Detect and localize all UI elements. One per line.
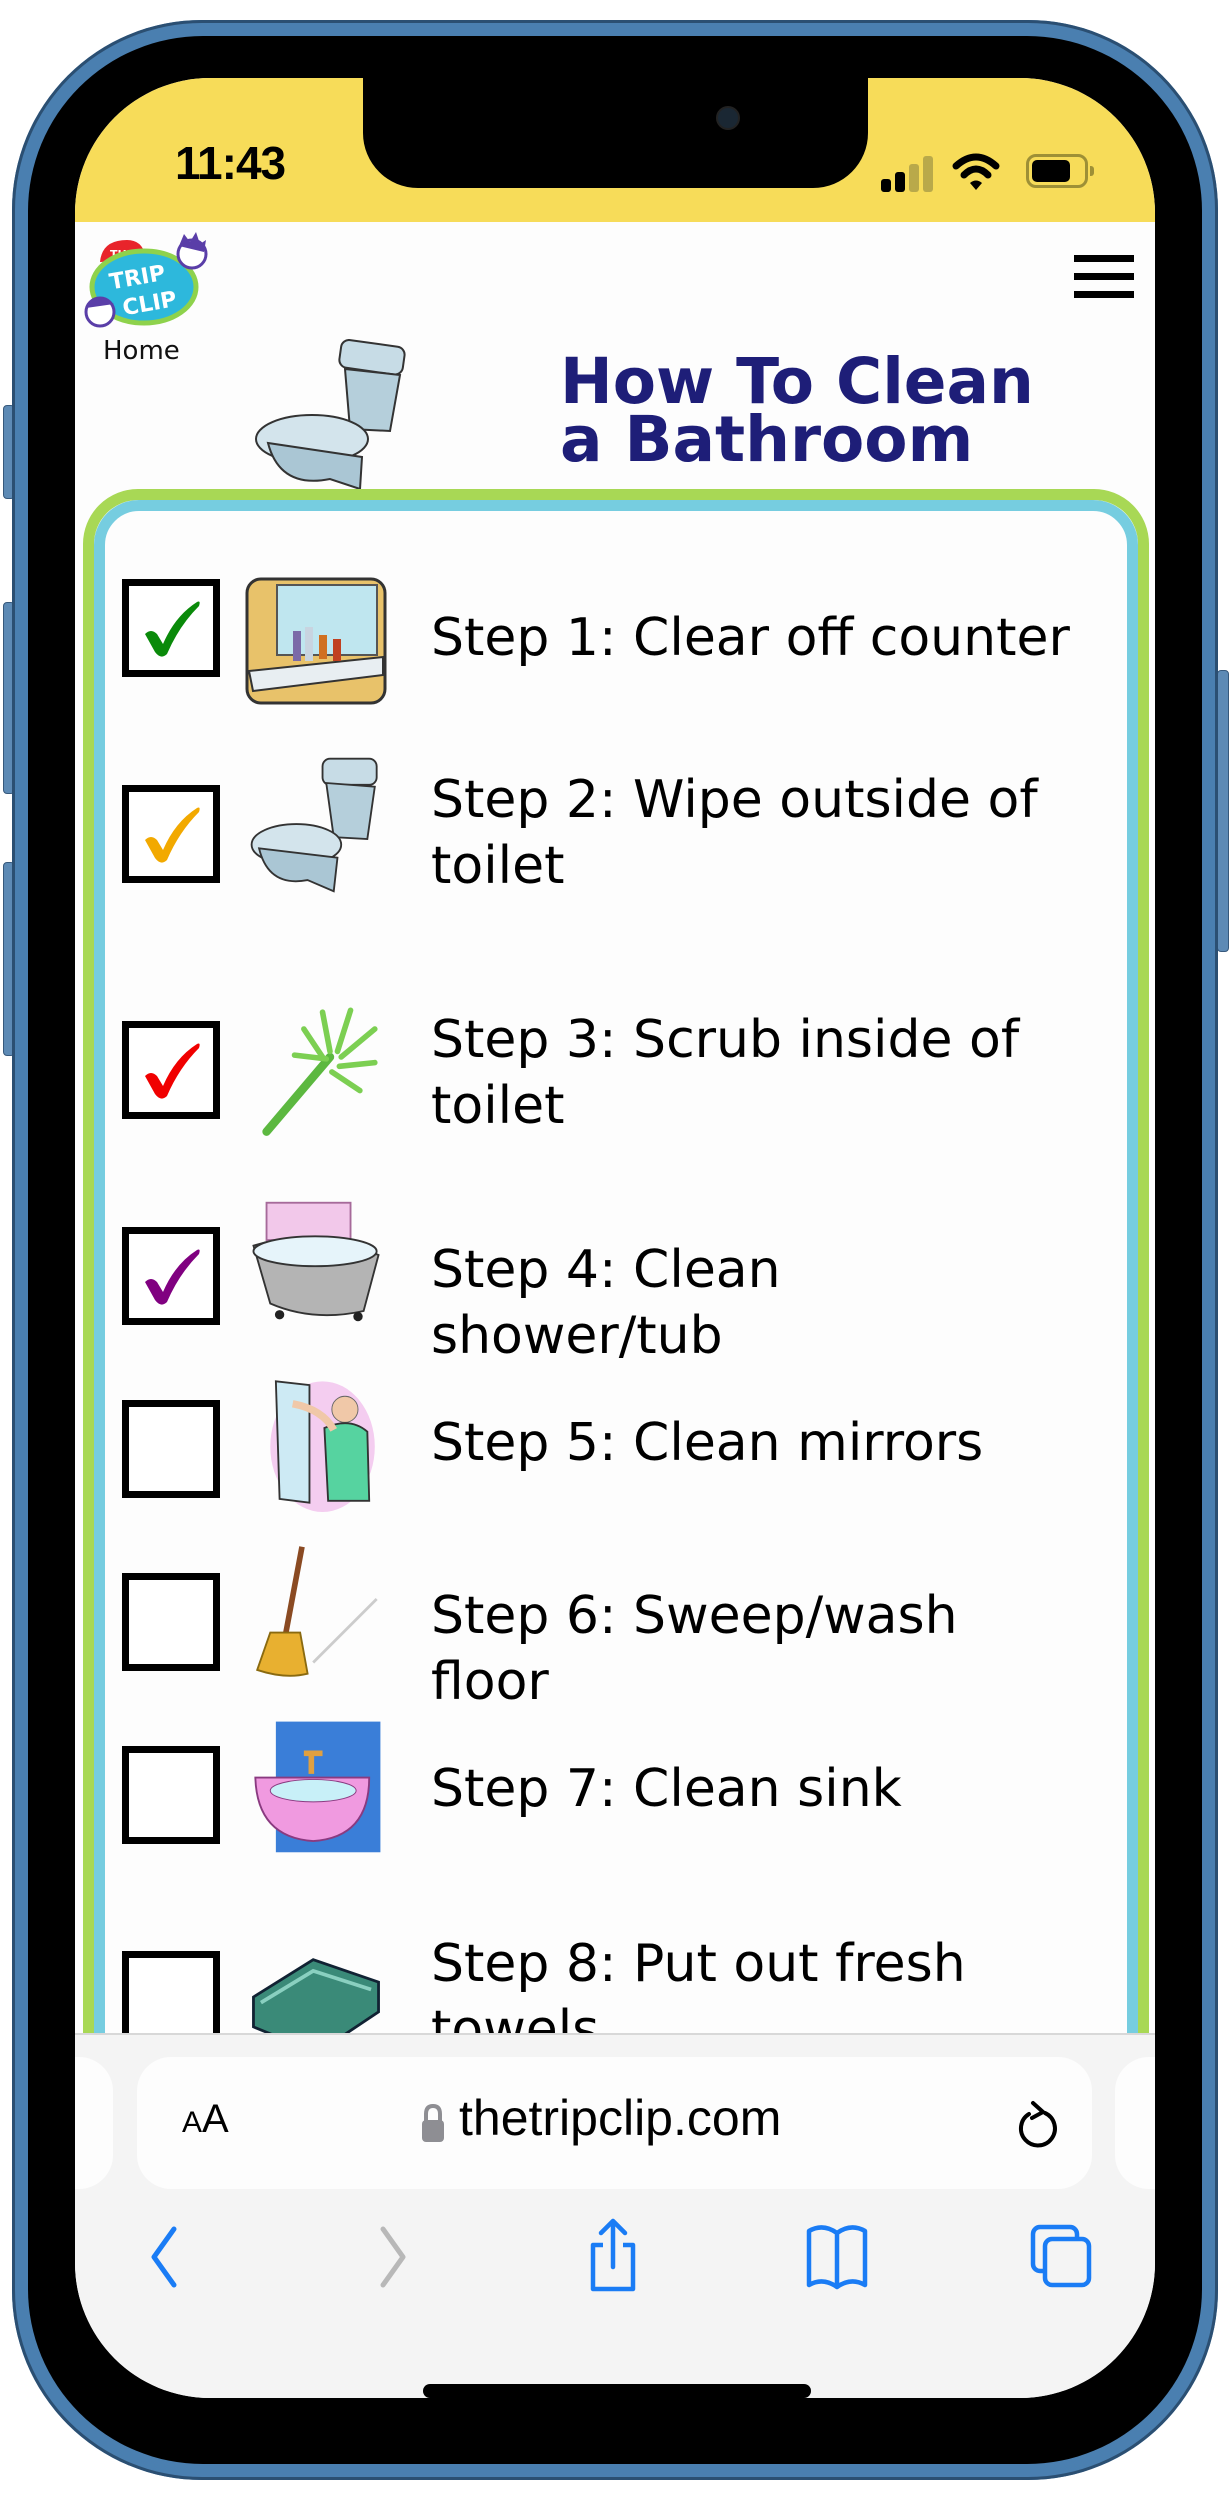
step-3-checkbox[interactable] — [122, 1021, 220, 1119]
home-link[interactable]: Home — [103, 336, 180, 366]
step-5-label: Step 5: Clean mirrors — [431, 1413, 984, 1473]
tabs-icon[interactable] — [1025, 2215, 1097, 2295]
bookmarks-icon[interactable] — [801, 2215, 873, 2295]
home-indicator — [423, 2384, 811, 2398]
step-1-label: Step 1: Clear off counter — [431, 608, 1070, 668]
step-5-checkbox[interactable] — [122, 1400, 220, 1498]
checklist-step-3: Step 3: Scrub inside of toilet — [105, 1007, 1105, 1161]
step-3-label: Step 3: Scrub inside of toilet — [431, 1010, 1020, 1136]
status-time: 11:43 — [175, 137, 286, 189]
url-text[interactable]: thetripclip.com — [459, 2089, 781, 2147]
dynamic-notch — [363, 78, 868, 188]
checklist-step-6: Step 6: Sweep/wash floor — [105, 1546, 1105, 1713]
trip-clip-logo[interactable]: THE TRIP CLIP — [82, 232, 217, 330]
check-mark-icon — [145, 807, 200, 863]
check-mark-icon — [145, 601, 200, 657]
step-6-checkbox[interactable] — [122, 1573, 220, 1671]
checklist-step-5: Step 5: Clean mirrors — [105, 1380, 1105, 1540]
step-1-checkbox[interactable] — [122, 579, 220, 677]
header-toilet-image — [255, 339, 406, 489]
share-icon[interactable] — [577, 2215, 649, 2295]
lock-icon — [422, 2103, 444, 2142]
check-mark-icon — [145, 1043, 200, 1099]
sink-illustration-icon — [254, 1721, 381, 1853]
text-size-button[interactable]: AA — [182, 2097, 229, 2142]
checklist-step-7: Step 7: Clean sink — [105, 1721, 1105, 1886]
check-mark-icon — [145, 1249, 200, 1305]
counter-illustration-icon — [245, 577, 387, 705]
wifi-icon — [952, 153, 1000, 190]
checklist-step-4: Step 4: Clean shower/tub — [105, 1201, 1105, 1367]
checklist-step-1: Step 1: Clear off counter — [105, 577, 1105, 705]
reload-icon[interactable] — [1015, 2099, 1061, 2149]
step-4-label: Step 4: Clean shower/tub — [431, 1240, 781, 1366]
bathtub-illustration-icon — [252, 1201, 380, 1322]
page-title-line2: a Bathroom — [560, 403, 974, 476]
next-tab-peek[interactable] — [1115, 2057, 1155, 2189]
page-title: How To Clean a Bathroom — [560, 350, 1034, 476]
step-4-checkbox[interactable] — [122, 1227, 220, 1325]
checklist-card-inner: Step 1: Clear off counter Step 2: Wipe o… — [94, 500, 1138, 2200]
toilet-brush-illustration-icon — [262, 1007, 378, 1136]
battery-icon — [1026, 154, 1094, 188]
cleaning-mirror-illustration-icon — [270, 1380, 375, 1512]
step-2-label: Step 2: Wipe outside of toilet — [431, 770, 1038, 896]
camera-icon — [716, 106, 740, 130]
step-7-label: Step 7: Clean sink — [431, 1759, 902, 1819]
checklist-card: Step 1: Clear off counter Step 2: Wipe o… — [83, 489, 1149, 2211]
phone-screen: 11:43 THE TRIP CLIP Home — [75, 78, 1155, 2398]
forward-icon[interactable] — [355, 2215, 427, 2295]
address-bar[interactable]: AA thetripclip.com — [137, 2057, 1092, 2189]
signal-icon — [881, 154, 933, 192]
step-2-checkbox[interactable] — [122, 785, 220, 883]
hamburger-menu-icon[interactable] — [1074, 255, 1134, 301]
checklist-step-2: Step 2: Wipe outside of toilet — [105, 757, 1105, 925]
previous-tab-peek[interactable] — [75, 2057, 113, 2189]
back-icon[interactable] — [130, 2215, 202, 2295]
broom-illustration-icon — [256, 1546, 378, 1677]
step-7-checkbox[interactable] — [122, 1746, 220, 1844]
toilet-illustration-icon — [250, 757, 378, 893]
step-6-label: Step 6: Sweep/wash floor — [431, 1586, 958, 1712]
power-button — [1217, 670, 1229, 952]
browser-toolbar: AA thetripclip.com — [75, 2033, 1155, 2398]
